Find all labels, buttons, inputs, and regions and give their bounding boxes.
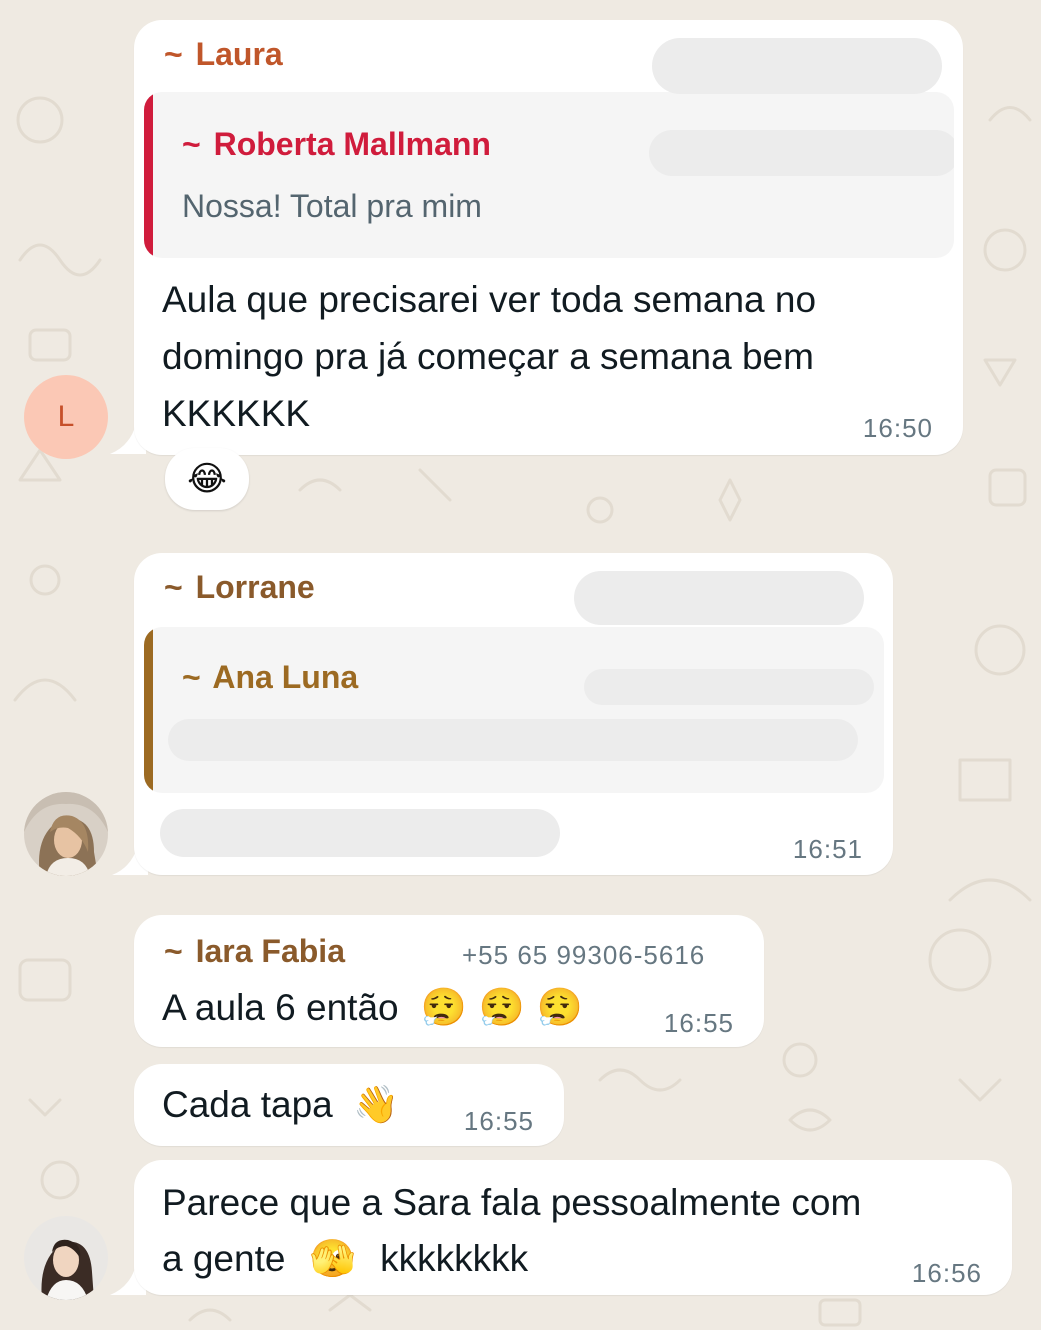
profile-photo-icon	[24, 1216, 108, 1300]
avatar-lorrane[interactable]	[24, 792, 108, 876]
message-timestamp: 16:50	[862, 413, 933, 443]
message-text: A aula 6 então	[162, 987, 399, 1028]
sender-phone: +55 65 99306-5616	[462, 940, 706, 970]
tilde-prefix: ~	[182, 126, 201, 162]
avatar-iara[interactable]	[24, 1216, 108, 1300]
message-line: KKKKKK	[162, 393, 311, 434]
message-timestamp: 16:51	[792, 834, 863, 864]
message-timestamp: 16:55	[463, 1106, 534, 1136]
quote-bar	[144, 627, 153, 793]
sender-name: Laura	[195, 36, 283, 72]
quoted-text: Nossa! Total pra mim	[182, 188, 482, 224]
redacted-phone	[584, 669, 874, 705]
face-exhaling-icon: 😮‍💨 😮‍💨 😮‍💨	[420, 986, 583, 1029]
redacted-phone	[574, 571, 864, 625]
reaction-badge[interactable]: 😂	[165, 448, 249, 510]
message-bubble-iara[interactable]: ~ Iara Fabia +55 65 99306-5616 A aula 6 …	[134, 915, 764, 1047]
redacted-phone	[652, 38, 942, 94]
message-text: a gente	[162, 1238, 286, 1279]
message-bubble[interactable]: Cada tapa 👋 16:55	[134, 1064, 564, 1146]
quoted-sender: Ana Luna	[212, 659, 359, 695]
tilde-prefix: ~	[164, 569, 183, 605]
sender-name-lorrane[interactable]: ~ Lorrane	[164, 569, 315, 606]
message-text-row: Cada tapa 👋	[162, 1076, 399, 1133]
redacted-phone	[649, 130, 954, 176]
profile-photo-icon	[24, 792, 108, 876]
face-peeking-eye-icon: 🫣	[309, 1237, 356, 1280]
message-line: domingo pra já começar a semana bem	[162, 336, 814, 377]
sender-name: Lorrane	[195, 569, 315, 605]
message-bubble[interactable]: Parece que a Sara fala pessoalmente com …	[134, 1160, 1012, 1295]
quoted-message[interactable]: ~ Roberta Mallmann Nossa! Total pra mim	[144, 92, 954, 258]
message-text-row: a gente 🫣 kkkkkkkk	[162, 1230, 528, 1287]
quote-bar	[144, 92, 153, 258]
redacted-message-text	[160, 809, 560, 857]
message-line: Aula que precisarei ver toda semana no	[162, 279, 817, 320]
message-timestamp: 16:55	[663, 1008, 734, 1038]
waving-hand-icon: 👋	[353, 1083, 400, 1126]
quoted-sender-name: ~ Roberta Mallmann	[182, 126, 491, 163]
tilde-prefix: ~	[164, 36, 183, 72]
sender-name-laura[interactable]: ~ Laura	[164, 36, 283, 73]
tilde-prefix: ~	[164, 933, 183, 969]
tears-of-joy-icon: 😂	[187, 459, 227, 499]
message-line: Parece que a Sara fala pessoalmente com	[162, 1182, 862, 1223]
avatar-laura[interactable]: L	[24, 375, 108, 459]
sender-name-iara[interactable]: ~ Iara Fabia	[164, 933, 345, 970]
message-timestamp: 16:56	[911, 1258, 982, 1288]
redacted-quoted-text	[168, 719, 858, 761]
message-bubble-laura[interactable]: ~ Laura ~ Roberta Mallmann Nossa! Total …	[134, 20, 963, 455]
message-text-row: A aula 6 então 😮‍💨 😮‍💨 😮‍💨	[162, 979, 583, 1036]
message-text: kkkkkkkk	[380, 1238, 529, 1279]
tilde-prefix: ~	[182, 659, 201, 695]
message-bubble-lorrane[interactable]: ~ Lorrane ~ Ana Luna 16:51	[134, 553, 893, 875]
sender-name: Iara Fabia	[195, 933, 345, 969]
quoted-message[interactable]: ~ Ana Luna	[144, 627, 884, 793]
message-text: Cada tapa	[162, 1084, 333, 1125]
quoted-sender-name: ~ Ana Luna	[182, 659, 358, 696]
quoted-sender: Roberta Mallmann	[213, 126, 491, 162]
avatar-letter: L	[57, 400, 75, 433]
